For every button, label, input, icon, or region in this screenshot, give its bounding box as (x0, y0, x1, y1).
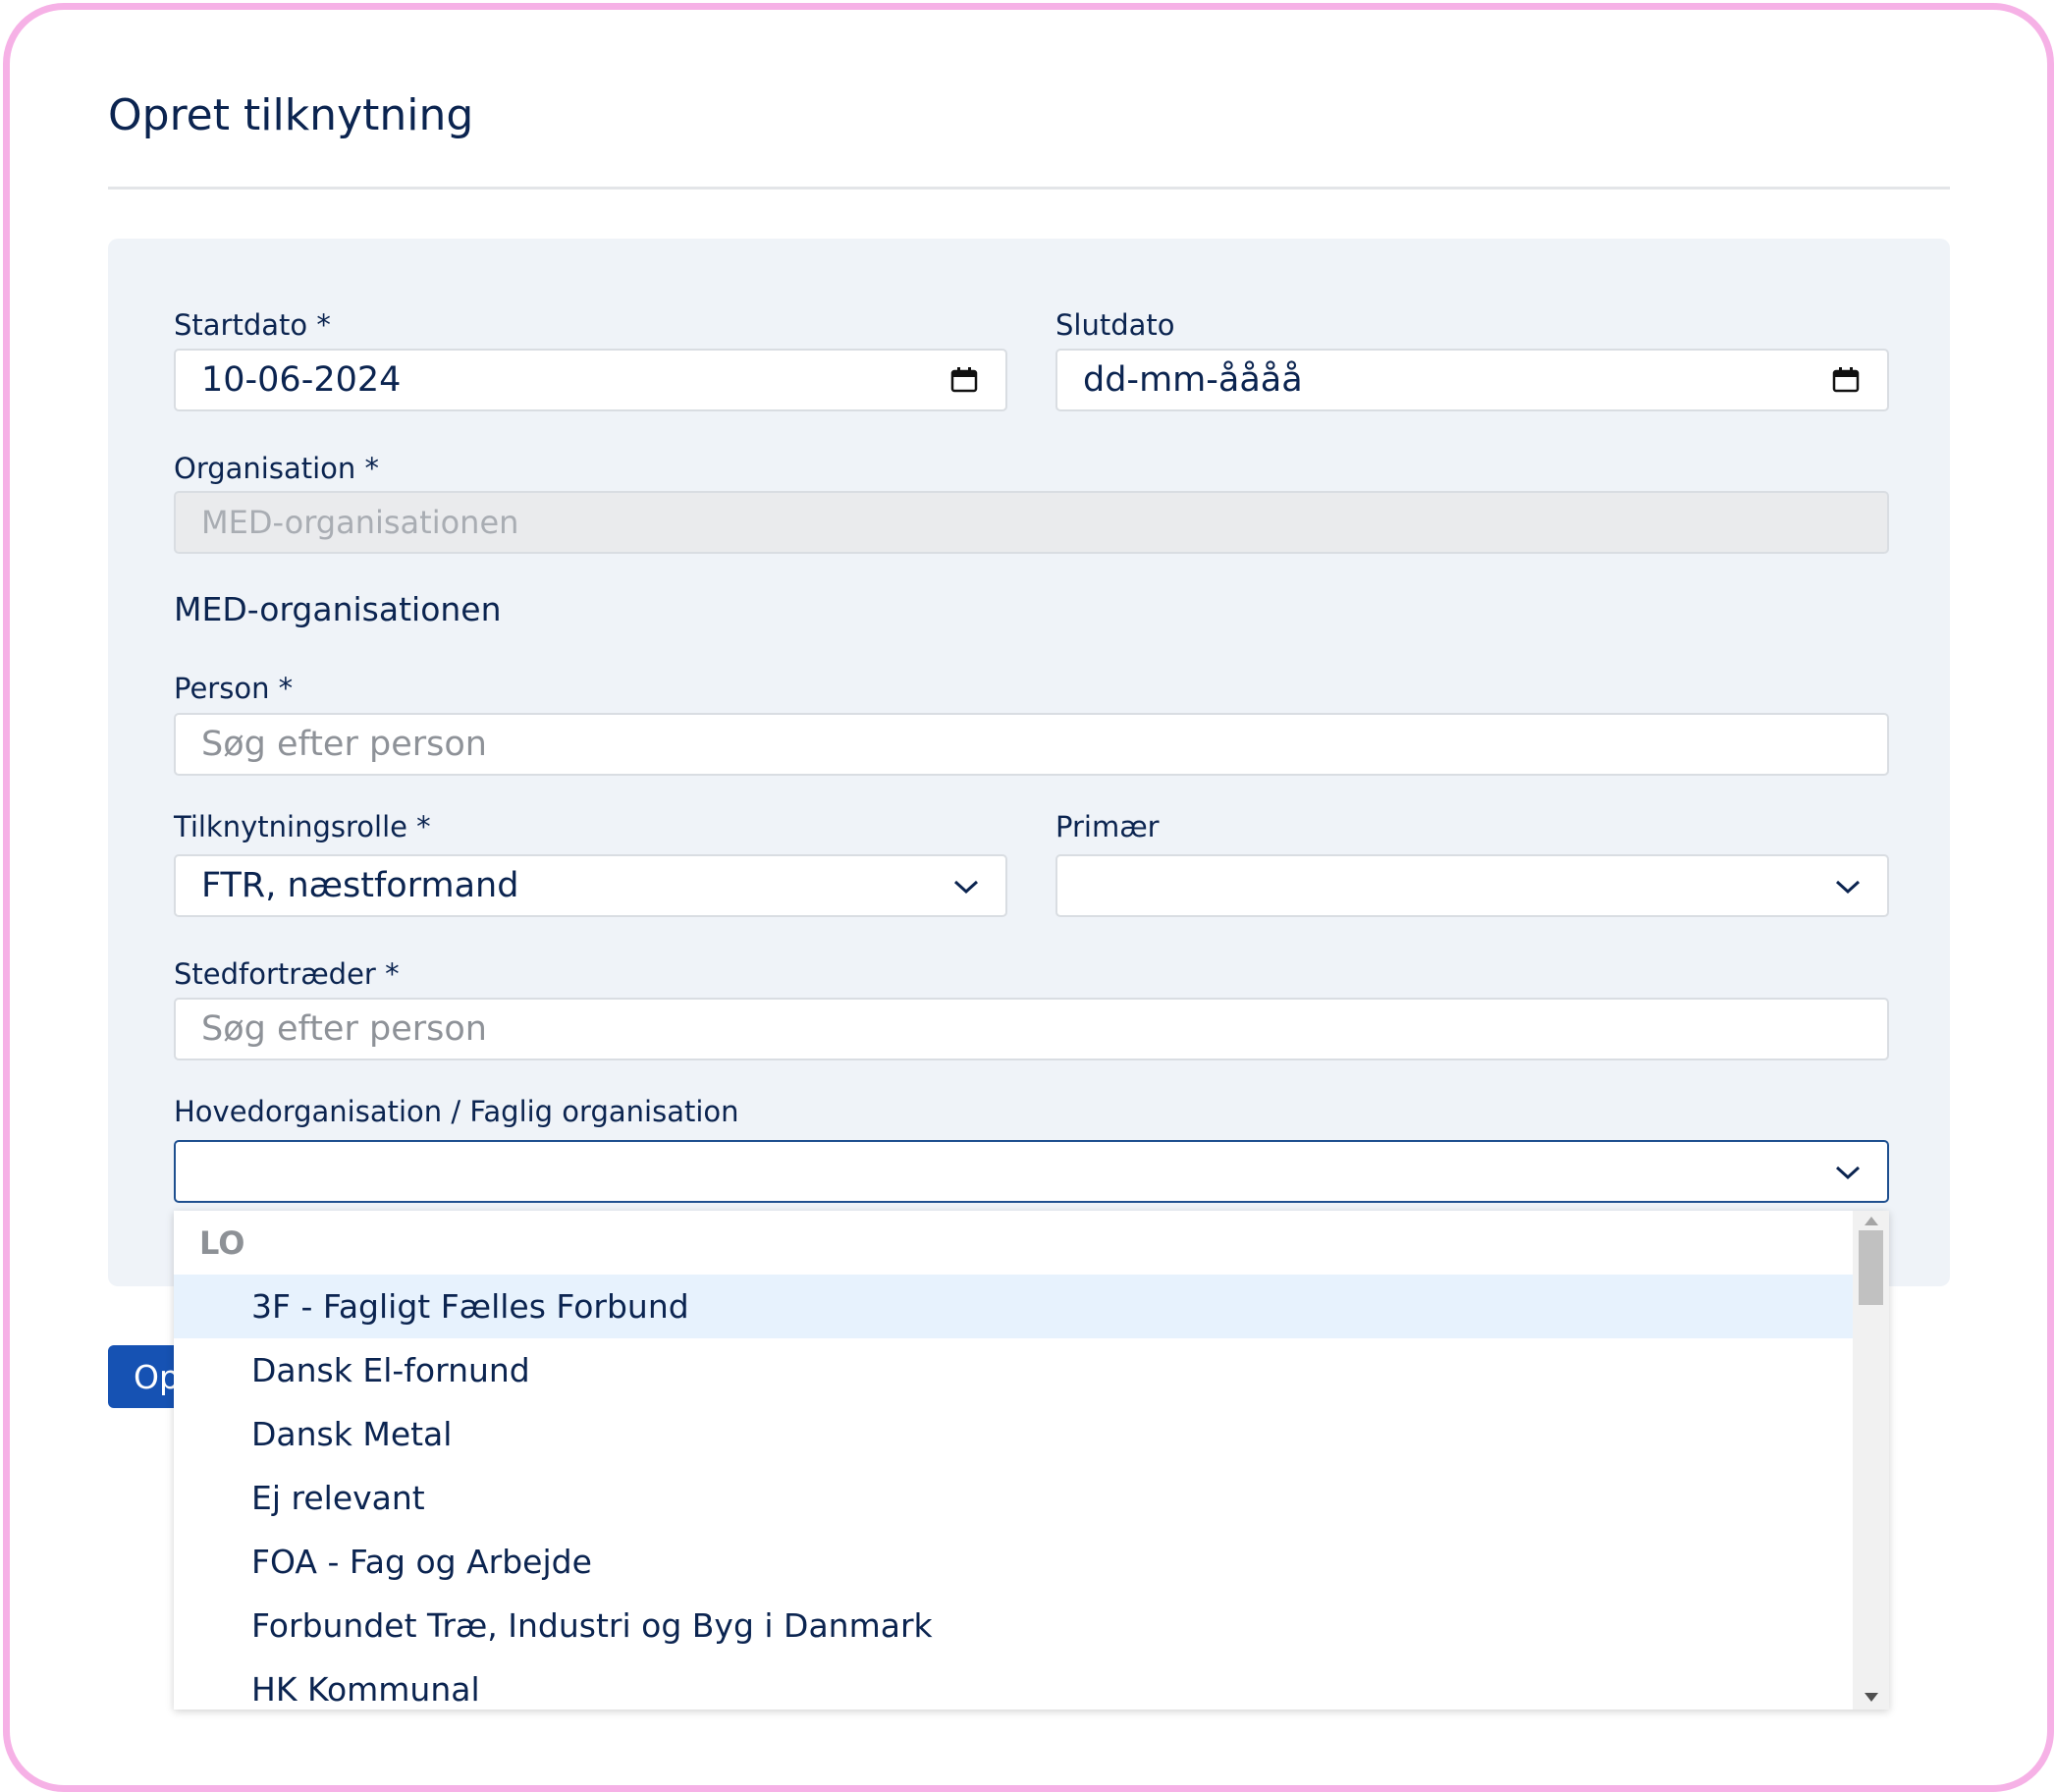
slutdato-input[interactable]: dd-mm-åååå (1055, 349, 1889, 411)
hovedorganisation-label: Hovedorganisation / Faglig organisation (174, 1095, 739, 1128)
chevron-down-icon (1835, 1166, 1861, 1180)
startdato-value: 10-06-2024 (201, 360, 402, 400)
person-search-input[interactable] (174, 713, 1889, 776)
tilknytningsrolle-label: Tilknytningsrolle * (174, 810, 431, 843)
dropdown-option[interactable]: Ej relevant (174, 1466, 1853, 1530)
title-divider (108, 187, 1950, 190)
organisation-label: Organisation * (174, 452, 380, 485)
dropdown-scrollbar[interactable] (1853, 1211, 1889, 1710)
primaer-label: Primær (1055, 810, 1160, 843)
scroll-up-arrow-icon[interactable] (1865, 1217, 1878, 1225)
dropdown-option[interactable]: FOA - Fag og Arbejde (174, 1530, 1853, 1594)
organisation-value: MED-organisationen (201, 504, 519, 541)
organisation-input: MED-organisationen (174, 491, 1889, 554)
slutdato-label: Slutdato (1055, 308, 1175, 342)
organisation-text: MED-organisationen (174, 590, 502, 628)
stedfortraeder-search-field[interactable] (201, 1009, 1719, 1049)
calendar-icon[interactable] (1832, 367, 1860, 393)
scroll-down-arrow-icon[interactable] (1865, 1693, 1878, 1702)
dropdown-option[interactable]: 3F - Fagligt Fælles Forbund (174, 1275, 1853, 1338)
dropdown-option[interactable]: Dansk El-fornund (174, 1338, 1853, 1402)
person-label: Person * (174, 672, 294, 705)
chevron-down-icon (953, 880, 979, 895)
startdato-input[interactable]: 10-06-2024 (174, 349, 1007, 411)
dropdown-group-label: LO (199, 1224, 245, 1262)
tilknytningsrolle-select[interactable]: FTR, næstformand (174, 854, 1007, 917)
page-title: Opret tilknytning (108, 90, 474, 140)
stedfortraeder-label: Stedfortræder * (174, 957, 400, 991)
dropdown-option[interactable]: Forbundet Træ, Industri og Byg i Danmark (174, 1594, 1853, 1657)
organisation-dropdown-list: LO 3F - Fagligt Fælles Forbund Dansk El-… (174, 1211, 1889, 1710)
calendar-icon[interactable] (950, 367, 978, 393)
dropdown-option[interactable]: HK Kommunal (174, 1657, 1853, 1710)
dropdown-option[interactable]: Dansk Metal (174, 1402, 1853, 1466)
stedfortraeder-search-input[interactable] (174, 998, 1889, 1060)
person-search-field[interactable] (201, 725, 1719, 764)
chevron-down-icon (1835, 880, 1861, 895)
tilknytningsrolle-value: FTR, næstformand (201, 866, 519, 905)
hovedorganisation-select[interactable] (174, 1140, 1889, 1203)
scrollbar-thumb[interactable] (1859, 1230, 1883, 1305)
primaer-select[interactable] (1055, 854, 1889, 917)
slutdato-value: dd-mm-åååå (1083, 360, 1303, 400)
startdato-label: Startdato * (174, 308, 331, 342)
